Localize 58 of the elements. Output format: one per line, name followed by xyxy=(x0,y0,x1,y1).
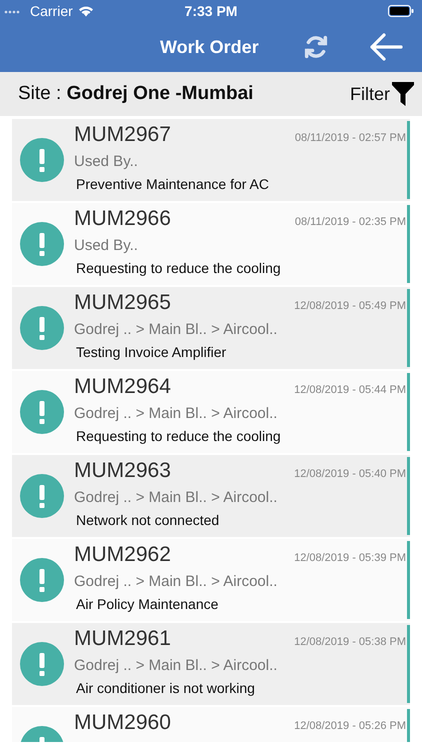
order-code: MUM2967 xyxy=(74,123,171,147)
work-order-row[interactable]: MUM2963 12/08/2019 - 05:40 PM Godrej .. > Main Bl.. > Aircool.. Network not connected xyxy=(12,455,410,537)
refresh-button[interactable] xyxy=(302,33,330,61)
order-description: Requesting to reduce the cooling xyxy=(76,428,282,444)
alert-icon xyxy=(20,558,64,602)
filter-button[interactable]: Filter xyxy=(350,82,414,106)
order-description: Requesting to reduce the cooling xyxy=(76,260,282,276)
clock-time: 7:33 PM xyxy=(184,3,238,19)
alert-icon xyxy=(20,474,64,518)
signal-icon xyxy=(4,10,22,14)
alert-icon xyxy=(20,306,64,350)
order-description: Air conditioner is not working xyxy=(76,680,256,696)
order-date: 12/08/2019 - 05:49 PM xyxy=(294,300,406,312)
order-description: Testing Invoice Amplifier xyxy=(76,344,228,360)
refresh-icon xyxy=(302,33,330,61)
order-location: Godrej .. > Main Bl.. > Aircool.. xyxy=(74,405,278,422)
alert-icon xyxy=(20,222,64,266)
site-label: Site : Godrej One -Mumbai xyxy=(18,83,254,105)
order-location: Godrej .. > Main Bl.. > Aircool.. xyxy=(74,321,278,338)
filter-icon xyxy=(392,82,414,106)
work-order-row[interactable]: MUM2964 12/08/2019 - 05:44 PM Godrej .. > Main Bl.. > Aircool.. Requesting to reduce the cooling xyxy=(12,371,410,453)
order-date: 08/11/2019 - 02:35 PM xyxy=(294,216,406,228)
alert-icon xyxy=(20,138,64,182)
work-order-row[interactable]: MUM2965 12/08/2019 - 05:49 PM Godrej .. > Main Bl.. > Aircool.. Testing Invoice Amplifier xyxy=(12,287,410,369)
alert-icon xyxy=(20,390,64,434)
order-code: MUM2961 xyxy=(74,627,171,651)
order-code: MUM2965 xyxy=(74,291,171,315)
work-order-row[interactable]: MUM2967 08/11/2019 - 02:57 PM Used By.. Preventive Maintenance for AC xyxy=(12,119,410,201)
carrier-label: Carrier xyxy=(30,3,73,19)
order-code: MUM2962 xyxy=(74,543,171,567)
order-date: 12/08/2019 - 05:39 PM xyxy=(294,552,406,564)
order-date: 12/08/2019 - 05:26 PM xyxy=(294,720,406,732)
order-location: Godrej .. > Main Bl.. > Aircool.. xyxy=(74,573,278,590)
back-button[interactable] xyxy=(369,33,403,61)
order-code: MUM2963 xyxy=(74,459,171,483)
work-order-row[interactable]: MUM2961 12/08/2019 - 05:38 PM Godrej .. > Main Bl.. > Aircool.. Air conditioner is not working xyxy=(12,623,410,705)
alert-icon xyxy=(20,642,64,686)
work-order-row[interactable]: MUM2962 12/08/2019 - 05:39 PM Godrej .. > Main Bl.. > Aircool.. Air Policy Maintenance xyxy=(12,539,410,621)
order-location: Godrej .. > Main Bl.. > Aircool.. xyxy=(74,657,278,674)
order-code: MUM2960 xyxy=(74,711,171,735)
order-description: Preventive Maintenance for AC xyxy=(76,176,270,192)
order-location: Godrej .. > Main Bl.. > Aircool.. xyxy=(74,489,278,506)
order-code: MUM2966 xyxy=(74,207,171,231)
order-date: 08/11/2019 - 02:57 PM xyxy=(294,132,406,144)
order-description: Air Policy Maintenance xyxy=(76,596,220,612)
work-order-row[interactable]: MUM2960 12/08/2019 - 05:26 PM xyxy=(12,707,410,742)
order-location: Used By.. xyxy=(74,237,139,254)
order-location: Used By.. xyxy=(74,153,139,170)
screen-title: Work Order xyxy=(160,36,259,58)
order-date: 12/08/2019 - 05:38 PM xyxy=(294,636,406,648)
work-order-row[interactable]: MUM2966 08/11/2019 - 02:35 PM Used By.. Requesting to reduce the cooling xyxy=(12,203,410,285)
order-date: 12/08/2019 - 05:40 PM xyxy=(294,468,406,480)
battery-icon xyxy=(388,5,414,17)
wifi-icon xyxy=(78,5,94,17)
back-arrow-icon xyxy=(369,33,403,61)
order-code: MUM2964 xyxy=(74,375,171,399)
order-description: Network not connected xyxy=(76,512,220,528)
order-date: 12/08/2019 - 05:44 PM xyxy=(294,384,406,396)
